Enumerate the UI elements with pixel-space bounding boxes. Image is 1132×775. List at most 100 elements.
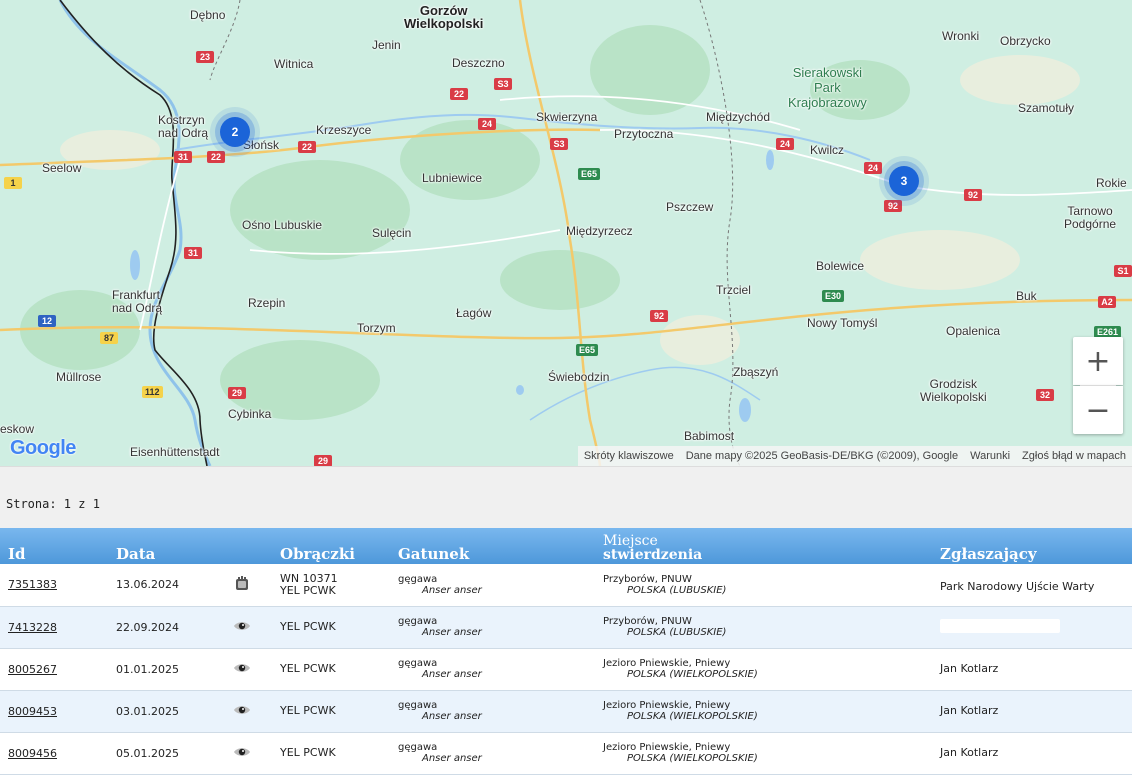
road-shield: 29 bbox=[228, 387, 246, 399]
record-id-link[interactable]: 8009456 bbox=[8, 747, 57, 760]
keyboard-shortcuts-link[interactable]: Skróty klawiszowe bbox=[584, 450, 674, 462]
column-header-place[interactable]: Miejsce stwierdzenia bbox=[595, 528, 932, 564]
road-shield: 92 bbox=[884, 200, 902, 212]
place-label: Opalenica bbox=[946, 324, 1001, 338]
place-name: Jezioro Pniewskie, Pniewy bbox=[603, 700, 731, 711]
record-id-link[interactable]: 7351383 bbox=[8, 578, 57, 591]
record-id-link[interactable]: 7413228 bbox=[8, 621, 57, 634]
place-label: Cybinka bbox=[228, 407, 272, 421]
place-country: POLSKA (WIELKOPOLSKIE) bbox=[627, 669, 758, 680]
column-header-reporter[interactable]: Zgłaszający bbox=[932, 528, 1132, 564]
record-id-link[interactable]: 8009453 bbox=[8, 705, 57, 718]
ring-code: YEL PCWK bbox=[280, 662, 336, 675]
place-label: Witnica bbox=[274, 57, 314, 71]
eye-icon bbox=[212, 648, 272, 690]
table-row[interactable]: 7351383 13.06.2024 WN 10371 YEL PCWK gęg… bbox=[0, 564, 1132, 606]
road-shield: E65 bbox=[576, 344, 599, 356]
place-label: Müllrose bbox=[56, 370, 102, 384]
road-shield: 112 bbox=[142, 386, 163, 398]
place-label: eskow bbox=[0, 422, 35, 436]
map-data-credit[interactable]: Dane mapy ©2025 GeoBasis-DE/BKG (©2009),… bbox=[686, 450, 958, 462]
record-id-cell: 7351383 bbox=[0, 564, 108, 606]
record-id-link[interactable]: 8005267 bbox=[8, 663, 57, 676]
map-cluster-marker[interactable]: 2 bbox=[220, 117, 250, 147]
record-id-cell: 7413228 bbox=[0, 606, 108, 648]
reporter-cell: Jan Kotlarz bbox=[932, 648, 1132, 690]
table-row[interactable]: 7413228 22.09.2024 YEL PCWK gęgawa Anser… bbox=[0, 606, 1132, 648]
road-shield: 24 bbox=[478, 118, 496, 130]
road-shield: 31 bbox=[184, 247, 202, 259]
map-cluster-marker[interactable]: 3 bbox=[889, 166, 919, 196]
place-label: Szamotuły bbox=[1018, 101, 1075, 115]
ring-code: YEL PCWK bbox=[280, 583, 336, 597]
record-id-cell: 8009453 bbox=[0, 690, 108, 732]
place-label: Przytoczna bbox=[614, 127, 674, 141]
terms-link[interactable]: Warunki bbox=[970, 450, 1010, 462]
table-row[interactable]: 8009453 03.01.2025 YEL PCWK gęgawa Anser… bbox=[0, 690, 1132, 732]
place-label: Słońsk bbox=[243, 138, 280, 152]
column-header-rings[interactable]: Obrączki bbox=[272, 528, 390, 564]
zoom-out-button[interactable]: − bbox=[1073, 386, 1123, 434]
species-latin-name: Anser anser bbox=[422, 584, 482, 596]
place-label: Dębno bbox=[190, 8, 226, 22]
column-header-place-line1: Miejsce bbox=[603, 533, 658, 549]
place-label: Gorzów Wielkopolski bbox=[404, 3, 484, 31]
column-header-id[interactable]: Id bbox=[0, 528, 108, 564]
map-view[interactable]: Dębno Gorzów Wielkopolski Jenin Witnica … bbox=[0, 0, 1132, 466]
ring-code: YEL PCWK bbox=[280, 620, 336, 633]
species-name: gęgawa bbox=[398, 616, 438, 627]
redacted-reporter bbox=[940, 618, 1060, 633]
google-logo-text: Google bbox=[10, 437, 76, 459]
place-cell: Jezioro Pniewskie, Pniewy POLSKA (WIELKO… bbox=[595, 690, 932, 732]
place-label: Sulęcin bbox=[372, 226, 412, 240]
road-shield: E30 bbox=[822, 290, 845, 302]
reporter-name: Park Narodowy Ujście Warty bbox=[940, 580, 1095, 594]
place-label: Buk bbox=[1016, 289, 1037, 303]
place-label: Międzyrzecz bbox=[566, 224, 633, 238]
place-label: Kwilcz bbox=[810, 143, 845, 157]
road-shield: 32 bbox=[1036, 389, 1054, 401]
ring-code: WN 10371 bbox=[280, 571, 338, 585]
eye-icon bbox=[212, 606, 272, 648]
place-label: Rokie bbox=[1096, 176, 1127, 190]
place-label: Lubniewice bbox=[422, 171, 483, 185]
place-label: Świebodzin bbox=[548, 370, 610, 384]
table-header-row: Id Data Obrączki Gatunek Miejsce stwierd… bbox=[0, 528, 1132, 564]
road-shield: 87 bbox=[100, 332, 118, 344]
place-name: Jezioro Pniewskie, Pniewy bbox=[603, 658, 731, 669]
road-shield: 24 bbox=[864, 162, 882, 174]
place-label: Grodzisk Wielkopolski bbox=[920, 377, 987, 404]
rings-cell: WN 10371 YEL PCWK bbox=[272, 564, 390, 606]
road-shield: S1 bbox=[1114, 265, 1132, 277]
place-label: Seelow bbox=[42, 161, 82, 175]
google-logo[interactable]: Google bbox=[10, 437, 76, 460]
column-header-date[interactable]: Data bbox=[108, 528, 212, 564]
reporter-cell: Jan Kotlarz bbox=[932, 690, 1132, 732]
place-label: Bolewice bbox=[816, 259, 865, 273]
road-shield: E65 bbox=[578, 168, 601, 180]
results-table-wrapper: Id Data Obrączki Gatunek Miejsce stwierd… bbox=[0, 528, 1132, 775]
species-name: gęgawa bbox=[398, 700, 438, 711]
place-label: Zbąszyń bbox=[733, 365, 779, 379]
place-country: POLSKA (WIELKOPOLSKIE) bbox=[627, 711, 758, 722]
road-shield: 24 bbox=[776, 138, 794, 150]
place-label: Frankfurt nad Odrą bbox=[112, 288, 163, 315]
place-label: Nowy Tomyśl bbox=[807, 316, 878, 330]
road-shield: S3 bbox=[494, 78, 512, 90]
column-header-type bbox=[212, 528, 272, 564]
reporter-cell bbox=[932, 606, 1132, 648]
species-name: gęgawa bbox=[398, 573, 438, 585]
place-label: Łagów bbox=[456, 306, 492, 320]
species-latin-name: Anser anser bbox=[422, 669, 482, 680]
report-error-link[interactable]: Zgłoś błąd w mapach bbox=[1022, 450, 1126, 462]
reporter-cell: Park Narodowy Ujście Warty bbox=[932, 564, 1132, 606]
table-row[interactable]: 8005267 01.01.2025 YEL PCWK gęgawa Anser… bbox=[0, 648, 1132, 690]
species-name: gęgawa bbox=[398, 658, 438, 669]
species-cell: gęgawa Anser anser bbox=[390, 648, 595, 690]
species-cell: gęgawa Anser anser bbox=[390, 606, 595, 648]
column-header-species[interactable]: Gatunek bbox=[390, 528, 595, 564]
ring-code: YEL PCWK bbox=[280, 704, 336, 717]
date-cell: 03.01.2025 bbox=[116, 704, 179, 718]
zoom-in-button[interactable]: + bbox=[1073, 337, 1123, 385]
record-id-cell: 8005267 bbox=[0, 648, 108, 690]
